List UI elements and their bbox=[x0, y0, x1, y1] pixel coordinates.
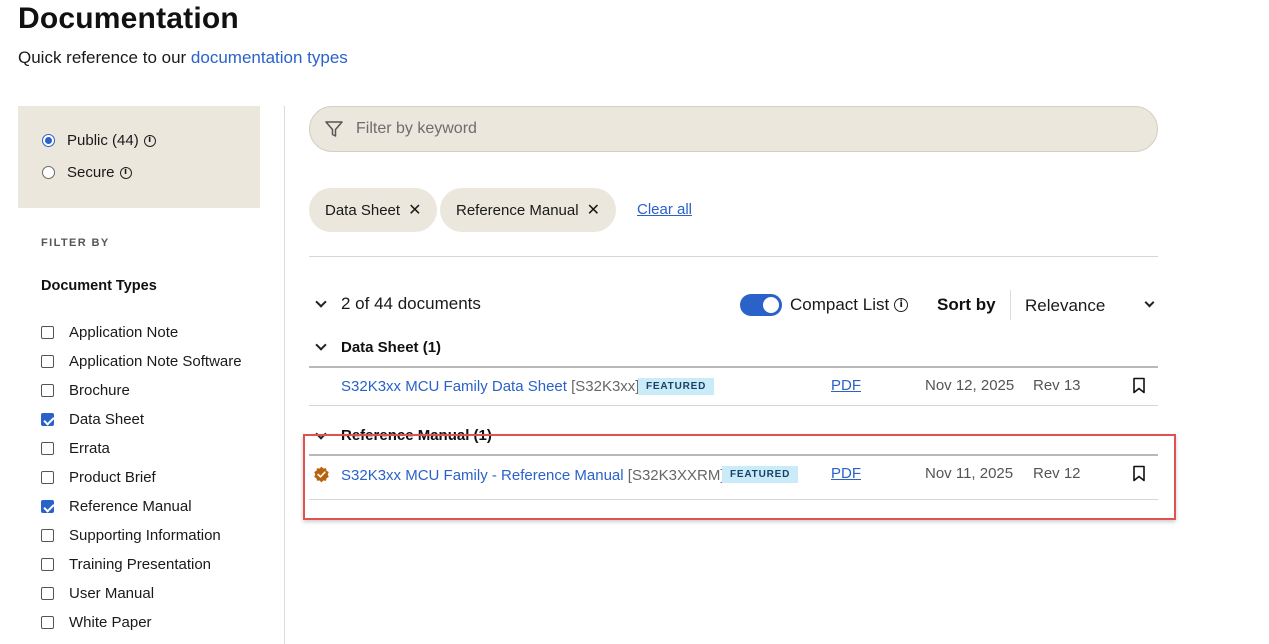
sort-by-label: Sort by bbox=[937, 295, 996, 314]
filter-label: White Paper bbox=[69, 614, 152, 631]
keyword-search-input[interactable] bbox=[356, 120, 1116, 138]
checkbox[interactable] bbox=[41, 355, 54, 368]
document-title[interactable]: S32K3xx MCU Family Data Sheet bbox=[341, 378, 567, 395]
checkbox[interactable] bbox=[41, 471, 54, 484]
filter-label: Product Brief bbox=[69, 469, 156, 486]
compact-list-toggle[interactable] bbox=[740, 294, 782, 316]
page-title: Documentation bbox=[18, 2, 239, 35]
filter-errata[interactable]: Errata bbox=[41, 434, 242, 463]
chevron-down-icon[interactable] bbox=[315, 339, 327, 351]
sidebar-divider bbox=[284, 106, 285, 644]
filter-reference-manual[interactable]: Reference Manual bbox=[41, 492, 242, 521]
radio-public-label: Public (44) bbox=[67, 132, 139, 149]
chip-reference-manual[interactable]: Reference Manual ✕ bbox=[440, 188, 616, 232]
divider bbox=[309, 256, 1158, 257]
close-icon[interactable]: ✕ bbox=[408, 200, 421, 220]
document-revision: Rev 13 bbox=[1033, 377, 1081, 394]
radio-secure-button[interactable] bbox=[42, 166, 55, 179]
checkbox[interactable] bbox=[41, 442, 54, 455]
filter-label: Training Presentation bbox=[69, 556, 212, 573]
filter-application-note-software[interactable]: Application Note Software bbox=[41, 347, 242, 376]
document-code: [S32K3xx] bbox=[571, 378, 640, 395]
filter-label: Reference Manual bbox=[69, 498, 192, 515]
chip-label: Data Sheet bbox=[325, 201, 401, 219]
filter-white-paper[interactable]: White Paper bbox=[41, 608, 242, 637]
filter-label: Brochure bbox=[69, 382, 130, 399]
document-types-heading: Document Types bbox=[41, 278, 157, 294]
chip-label: Reference Manual bbox=[456, 201, 579, 219]
filter-application-note[interactable]: Application Note bbox=[41, 318, 242, 347]
chip-data-sheet[interactable]: Data Sheet ✕ bbox=[309, 188, 438, 232]
filter-by-label: FILTER BY bbox=[41, 237, 110, 249]
filter-training-presentation[interactable]: Training Presentation bbox=[41, 550, 242, 579]
checkbox-checked[interactable] bbox=[41, 500, 54, 513]
compact-list-label: Compact List i bbox=[790, 295, 909, 315]
filter-supporting-information[interactable]: Supporting Information bbox=[41, 521, 242, 550]
filter-label: Application Note bbox=[69, 324, 179, 341]
checkbox[interactable] bbox=[41, 616, 54, 629]
document-row-link[interactable]: S32K3xx MCU Family Data Sheet [S32K3xx] bbox=[341, 378, 639, 395]
checkbox[interactable] bbox=[41, 558, 54, 571]
result-count: 2 of 44 documents bbox=[341, 294, 481, 313]
filter-label: User Manual bbox=[69, 585, 155, 602]
group-title-data-sheet: Data Sheet (1) bbox=[341, 339, 442, 356]
radio-secure-label: Secure bbox=[67, 164, 115, 181]
checkbox[interactable] bbox=[41, 384, 54, 397]
chevron-down-icon[interactable] bbox=[1144, 297, 1155, 308]
checkbox-checked[interactable] bbox=[41, 413, 54, 426]
document-types-list: Application Note Application Note Softwa… bbox=[41, 318, 242, 637]
pdf-link[interactable]: PDF bbox=[831, 377, 861, 394]
chevron-down-icon[interactable] bbox=[315, 296, 327, 308]
divider bbox=[1010, 290, 1011, 320]
filter-data-sheet[interactable]: Data Sheet bbox=[41, 405, 242, 434]
filter-brochure[interactable]: Brochure bbox=[41, 376, 242, 405]
checkbox[interactable] bbox=[41, 587, 54, 600]
page-subtitle: Quick reference to our documentation typ… bbox=[18, 48, 348, 68]
checkbox[interactable] bbox=[41, 529, 54, 542]
documentation-types-link[interactable]: documentation types bbox=[191, 48, 348, 67]
radio-secure[interactable]: Secure i bbox=[42, 164, 132, 181]
compact-list-text: Compact List bbox=[790, 295, 890, 314]
subtitle-text: Quick reference to our bbox=[18, 48, 191, 67]
bookmark-icon[interactable] bbox=[1132, 377, 1146, 394]
checkbox[interactable] bbox=[41, 326, 54, 339]
filter-product-brief[interactable]: Product Brief bbox=[41, 463, 242, 492]
info-icon[interactable]: i bbox=[119, 166, 132, 179]
filter-label: Application Note Software bbox=[69, 353, 242, 370]
access-filter-panel: Public (44) i Secure i bbox=[18, 106, 260, 208]
divider bbox=[309, 366, 1158, 368]
highlight-annotation bbox=[303, 434, 1176, 520]
close-icon[interactable]: ✕ bbox=[587, 200, 600, 220]
sort-select[interactable]: Relevance bbox=[1025, 296, 1105, 316]
info-icon[interactable]: i bbox=[894, 298, 909, 312]
divider bbox=[309, 405, 1158, 406]
document-date: Nov 12, 2025 bbox=[925, 377, 1015, 394]
radio-public[interactable]: Public (44) i bbox=[42, 132, 156, 149]
keyword-search[interactable] bbox=[309, 106, 1158, 152]
clear-all-link[interactable]: Clear all bbox=[637, 201, 692, 218]
radio-public-button[interactable] bbox=[42, 134, 55, 147]
info-icon[interactable]: i bbox=[143, 134, 156, 147]
filter-user-manual[interactable]: User Manual bbox=[41, 579, 242, 608]
filter-funnel-icon bbox=[325, 121, 343, 137]
featured-badge: FEATURED bbox=[638, 378, 715, 395]
filter-label: Supporting Information bbox=[69, 527, 221, 544]
filter-label: Errata bbox=[69, 440, 110, 457]
filter-label: Data Sheet bbox=[69, 411, 145, 428]
